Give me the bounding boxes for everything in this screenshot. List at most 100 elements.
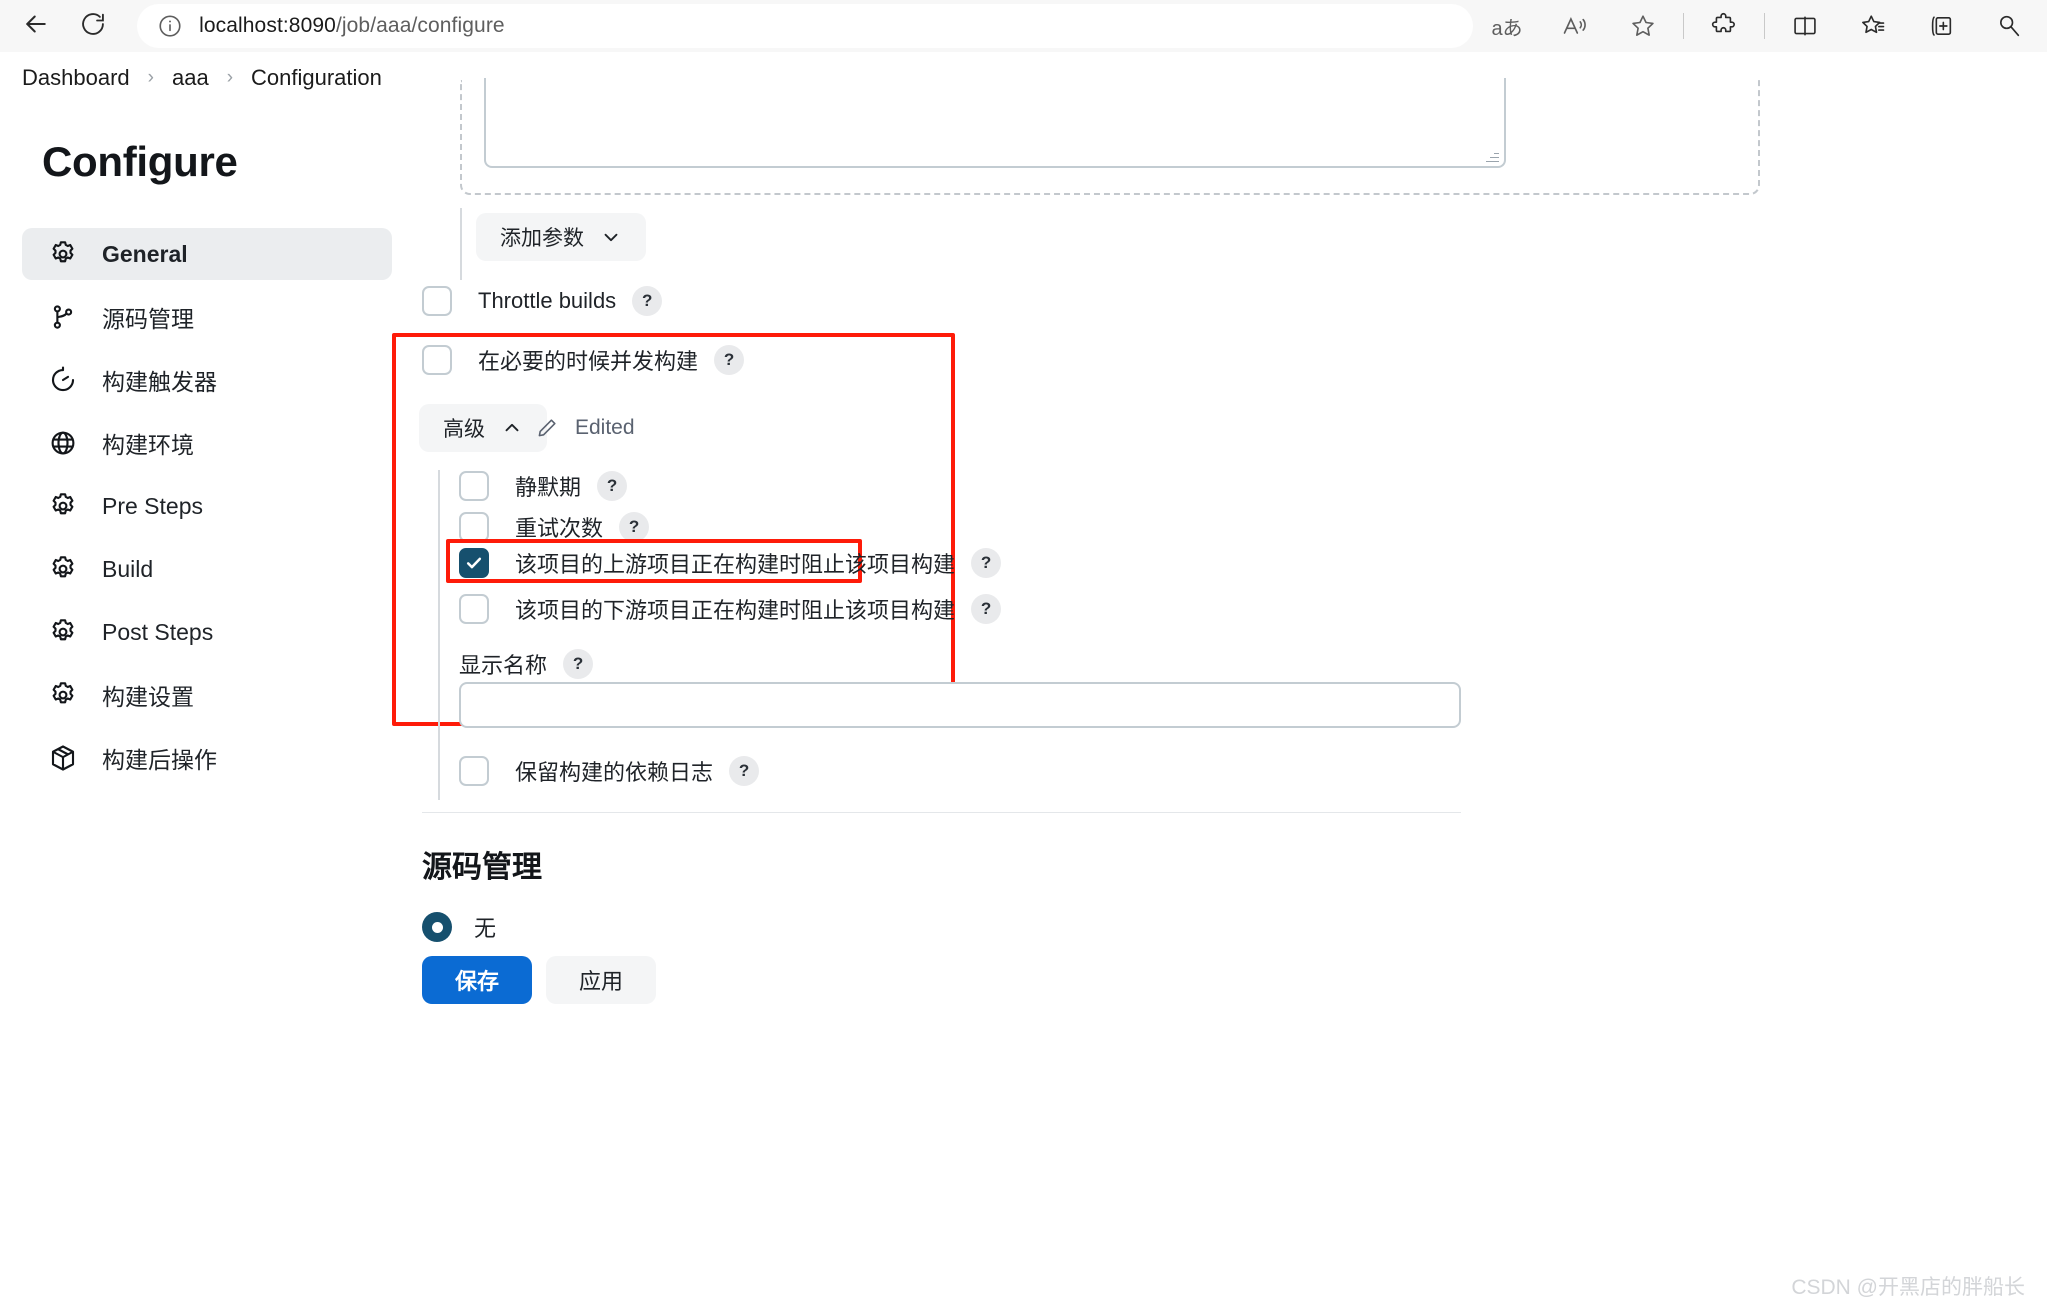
toolbar-divider: [1683, 13, 1684, 39]
gear-icon: [46, 237, 80, 271]
retry-count-checkbox[interactable]: [459, 512, 489, 542]
sidebar: Configure General 源码管理 构建触发器 构建环境 Pre St…: [0, 110, 420, 1315]
quiet-period-label: 静默期: [515, 475, 582, 500]
section-divider: [422, 812, 1461, 813]
sidebar-item-label: 构建环境: [102, 432, 194, 458]
keep-log-rail: [438, 738, 440, 800]
concurrent-build-label: 在必要的时候并发构建: [478, 349, 699, 374]
edited-label: Edited: [575, 416, 635, 439]
chevron-up-icon: [501, 417, 523, 439]
translate-icon[interactable]: aあ: [1484, 3, 1530, 49]
globe-icon: [46, 426, 80, 460]
gear-icon: [46, 552, 80, 586]
quiet-period-row[interactable]: 静默期 ?: [459, 470, 628, 502]
sidebar-item-label: Build: [102, 555, 154, 582]
favorites-list-icon[interactable]: [1850, 3, 1896, 49]
sidebar-item-label: 构建触发器: [102, 369, 217, 395]
block-upstream-checkbox[interactable]: [459, 548, 489, 578]
help-icon[interactable]: ?: [971, 548, 1002, 578]
gear-icon: [46, 615, 80, 649]
sidebar-item-post-build-actions[interactable]: 构建后操作: [22, 732, 392, 784]
sidebar-item-build-env[interactable]: 构建环境: [22, 417, 392, 469]
sidebar-item-pre-steps[interactable]: Pre Steps: [22, 480, 392, 532]
address-text: localhost:8090/job/aaa/configure: [199, 14, 505, 38]
retry-count-label: 重试次数: [515, 516, 604, 541]
sidebar-item-label: Post Steps: [102, 618, 214, 645]
advanced-group-rail: [438, 470, 440, 782]
sidebar-item-label: General: [102, 240, 188, 267]
block-downstream-label: 该项目的下游项目正在构建时阻止该项目构建: [515, 598, 956, 623]
advanced-toggle-button[interactable]: 高级: [419, 404, 547, 452]
help-icon[interactable]: ?: [729, 756, 760, 786]
url-host: localhost:8090: [199, 14, 336, 37]
block-upstream-row[interactable]: 该项目的上游项目正在构建时阻止该项目构建 ?: [459, 547, 1002, 579]
chevron-down-icon: [600, 226, 622, 248]
breadcrumb-job[interactable]: aaa: [168, 65, 213, 91]
block-upstream-label: 该项目的上游项目正在构建时阻止该项目构建: [515, 552, 956, 577]
reload-icon: [79, 10, 107, 43]
breadcrumb-configuration[interactable]: Configuration: [247, 65, 386, 91]
address-bar[interactable]: localhost:8090/job/aaa/configure: [137, 4, 1473, 48]
add-parameter-button[interactable]: 添加参数: [476, 213, 646, 261]
help-icon[interactable]: ?: [714, 345, 745, 375]
browser-essentials-icon[interactable]: [1986, 3, 2032, 49]
sidebar-item-general[interactable]: General: [22, 228, 392, 280]
scm-option-none-radio[interactable]: [422, 912, 452, 942]
keep-dependency-log-label: 保留构建的依赖日志: [515, 760, 714, 785]
keep-dependency-log-row[interactable]: 保留构建的依赖日志 ?: [459, 755, 760, 787]
breadcrumb-dashboard[interactable]: Dashboard: [18, 65, 134, 91]
collections-icon[interactable]: [1918, 3, 1964, 49]
concurrent-build-row[interactable]: 在必要的时候并发构建 ?: [422, 344, 745, 376]
split-screen-icon[interactable]: [1782, 3, 1828, 49]
concurrent-build-checkbox[interactable]: [422, 345, 452, 375]
block-downstream-checkbox[interactable]: [459, 594, 489, 624]
retry-count-row[interactable]: 重试次数 ?: [459, 511, 650, 543]
sidebar-item-label: Pre Steps: [102, 492, 203, 519]
clock-icon: [46, 363, 80, 397]
package-icon: [46, 741, 80, 775]
sidebar-item-label: 源码管理: [102, 306, 194, 332]
pencil-icon: [535, 416, 559, 440]
sidebar-item-label: 构建后操作: [102, 747, 217, 773]
advanced-toggle-label: 高级: [443, 418, 485, 441]
scm-option-none-row[interactable]: 无: [422, 902, 1537, 952]
parameter-description-textarea[interactable]: [484, 78, 1506, 168]
back-button[interactable]: [14, 3, 58, 49]
resize-grip-icon[interactable]: [1485, 148, 1499, 162]
help-icon[interactable]: ?: [632, 286, 663, 316]
scm-option-none-label: 无: [474, 916, 497, 941]
scm-section-heading: 源码管理: [422, 851, 542, 884]
block-downstream-row[interactable]: 该项目的下游项目正在构建时阻止该项目构建 ?: [459, 593, 1002, 625]
extensions-puzzle-icon[interactable]: [1701, 3, 1747, 49]
back-arrow-icon: [21, 9, 51, 44]
throttle-builds-checkbox[interactable]: [422, 286, 452, 316]
chevron-right-icon-2: ›: [226, 67, 234, 88]
help-icon[interactable]: ?: [563, 649, 594, 679]
gear-icon: [46, 489, 80, 523]
apply-button[interactable]: 应用: [546, 956, 656, 1004]
keep-dependency-log-checkbox[interactable]: [459, 756, 489, 786]
sidebar-item-scm[interactable]: 源码管理: [22, 291, 392, 343]
save-button[interactable]: 保存: [422, 956, 532, 1004]
help-icon[interactable]: ?: [619, 512, 650, 542]
display-name-input[interactable]: [459, 682, 1461, 728]
sidebar-item-post-steps[interactable]: Post Steps: [22, 606, 392, 658]
help-icon[interactable]: ?: [597, 471, 628, 501]
info-circle-icon[interactable]: [157, 13, 183, 39]
sidebar-item-label: 构建设置: [102, 684, 194, 710]
sidebar-item-build-triggers[interactable]: 构建触发器: [22, 354, 392, 406]
display-name-label-text: 显示名称: [459, 653, 548, 678]
favorite-star-icon[interactable]: [1620, 3, 1666, 49]
help-icon[interactable]: ?: [971, 594, 1002, 624]
add-parameter-label: 添加参数: [500, 227, 584, 250]
sidebar-item-build-settings[interactable]: 构建设置: [22, 669, 392, 721]
throttle-builds-row[interactable]: Throttle builds ?: [422, 286, 663, 316]
main-content: 添加参数 Throttle builds ? 在必要的时候并发构建 ? 高级 E…: [392, 78, 2047, 1315]
read-aloud-icon[interactable]: [1552, 3, 1598, 49]
config-form: 添加参数 Throttle builds ? 在必要的时候并发构建 ? 高级 E…: [392, 78, 2047, 1315]
quiet-period-checkbox[interactable]: [459, 471, 489, 501]
gear-icon: [46, 678, 80, 712]
reload-button[interactable]: [72, 3, 116, 49]
sidebar-item-build[interactable]: Build: [22, 543, 392, 595]
throttle-builds-label: Throttle builds: [478, 288, 617, 313]
